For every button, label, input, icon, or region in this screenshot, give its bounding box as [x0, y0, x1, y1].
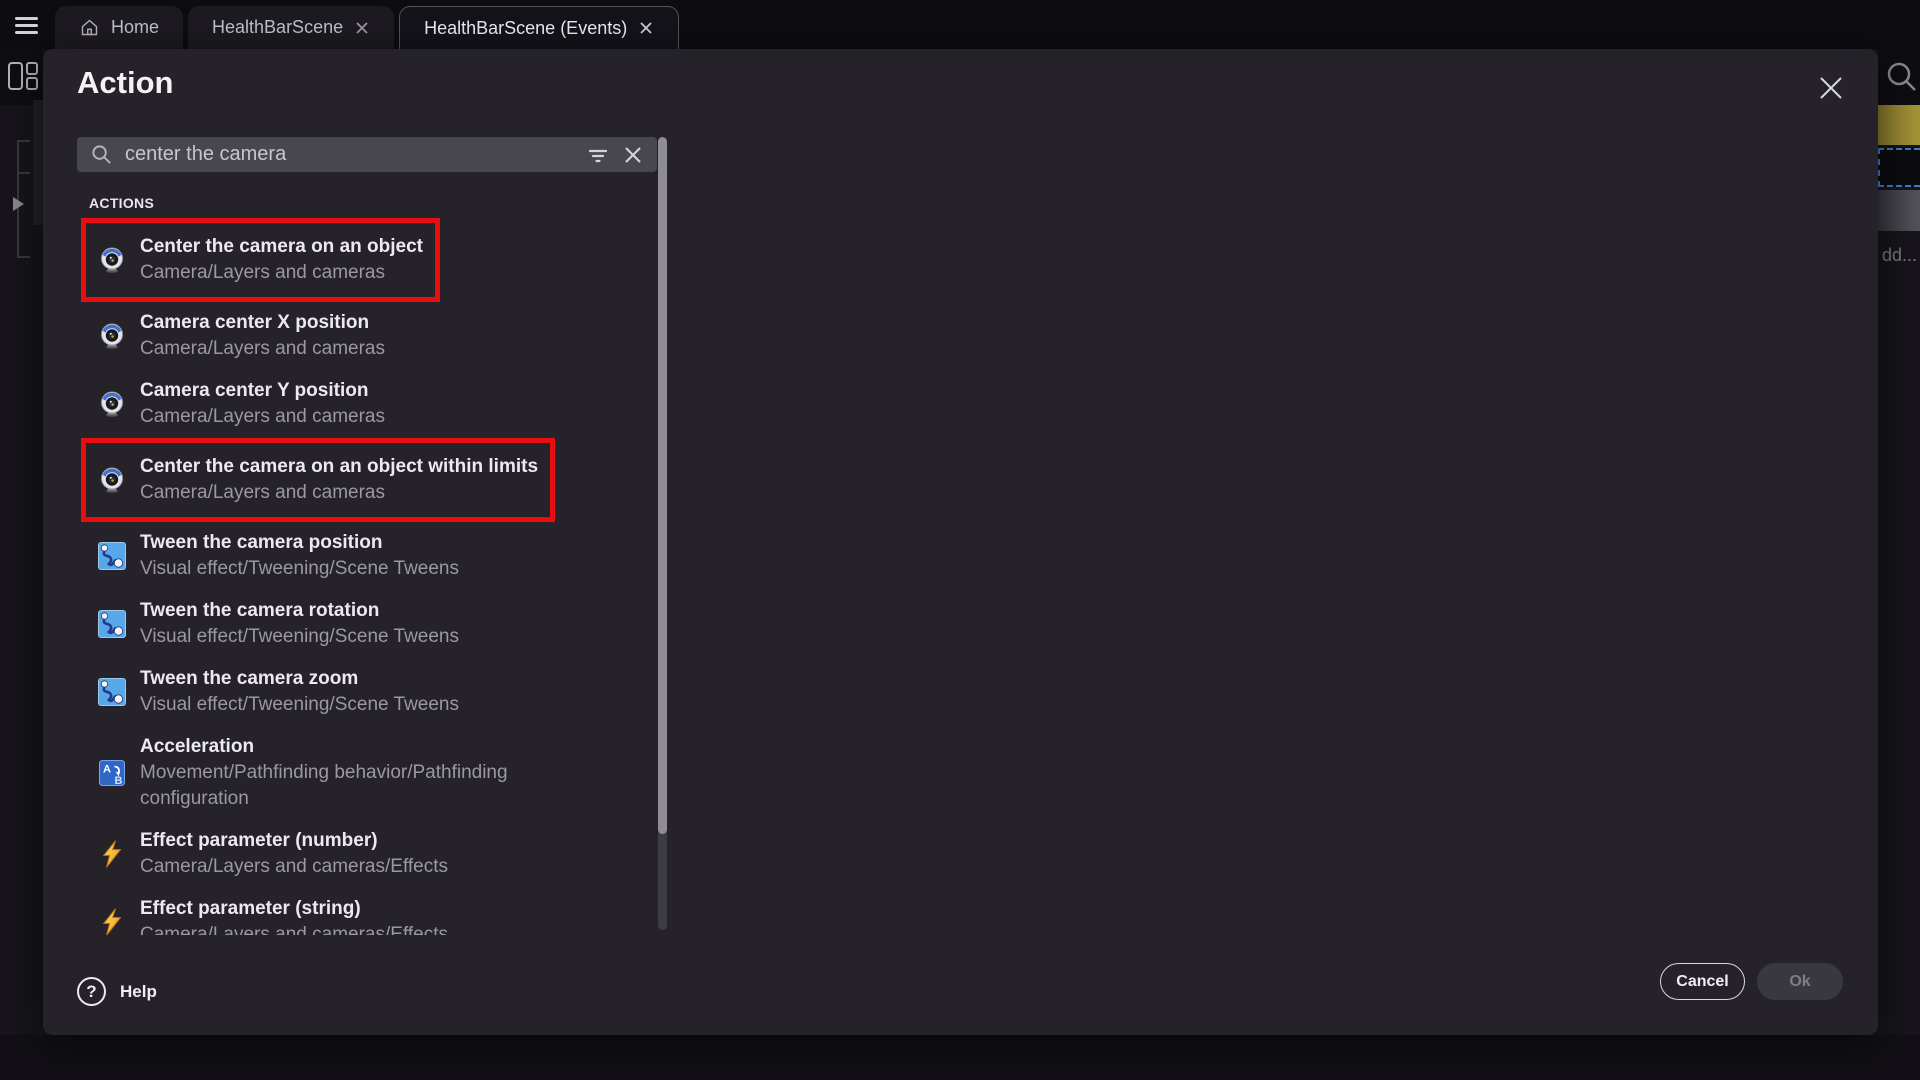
backdrop-bottom [0, 1035, 1920, 1080]
cancel-button[interactable]: Cancel [1660, 963, 1745, 1000]
action-item-2[interactable]: Camera center Y position Camera/Layers a… [77, 370, 397, 438]
tab-healthbarscene-events[interactable]: HealthBarScene (Events) [399, 6, 679, 49]
expand-arrow-icon[interactable] [13, 197, 24, 211]
ok-button[interactable]: Ok [1757, 963, 1843, 1000]
action-item-8[interactable]: Effect parameter (number) Camera/Layers … [77, 820, 460, 888]
pathfinding-icon [98, 759, 126, 787]
action-dialog: Action ACTIONS Center the camer [43, 49, 1878, 1035]
event-block-fragment [1878, 105, 1920, 145]
action-item-1[interactable]: Camera center X position Camera/Layers a… [77, 302, 397, 370]
tab-healthbarscene[interactable]: HealthBarScene [188, 6, 394, 49]
scrollbar-thumb[interactable] [658, 137, 667, 834]
event-block-fragment [1878, 190, 1920, 231]
action-item-5[interactable]: Tween the camera rotation Visual effect/… [77, 590, 471, 658]
tab-label: HealthBarScene (Events) [424, 18, 627, 39]
tween-icon [98, 678, 126, 706]
panels-icon [8, 62, 38, 92]
add-event-text-fragment[interactable]: dd... [1882, 245, 1917, 266]
bolt-icon [98, 840, 126, 868]
clear-icon[interactable] [623, 145, 643, 165]
tween-icon [98, 610, 126, 638]
left-toolbar-fragment [0, 49, 43, 105]
selected-event-fragment [1878, 148, 1920, 187]
action-item-3[interactable]: Center the camera on an object within li… [81, 438, 555, 522]
event-indent-guide [17, 140, 30, 142]
close-icon[interactable] [1816, 73, 1846, 103]
menu-icon[interactable] [15, 17, 38, 34]
action-list-items: Center the camera on an object Camera/La… [77, 218, 597, 935]
camera-icon [98, 390, 126, 418]
camera-icon [98, 322, 126, 350]
search-icon[interactable] [1884, 59, 1918, 99]
event-indent-guide [17, 256, 30, 258]
event-indent-guide [17, 172, 30, 174]
filter-icon[interactable] [586, 144, 610, 166]
search-icon [91, 144, 112, 165]
tab-label: HealthBarScene [212, 17, 343, 38]
close-icon[interactable] [354, 20, 370, 36]
camera-icon [98, 466, 126, 494]
events-panel-edge [33, 100, 43, 225]
help-button[interactable]: ? Help [77, 977, 157, 1006]
action-item-6[interactable]: Tween the camera zoom Visual effect/Twee… [77, 658, 471, 726]
help-label: Help [120, 982, 157, 1002]
action-item-0[interactable]: Center the camera on an object Camera/La… [81, 218, 440, 302]
close-icon[interactable] [638, 20, 654, 36]
list-section-header: ACTIONS [89, 195, 154, 211]
home-icon [79, 17, 100, 38]
tab-label: Home [111, 17, 159, 38]
tween-icon [98, 542, 126, 570]
tab-bar: Home HealthBarScene HealthBarScene (Even… [0, 0, 1920, 49]
action-item-9[interactable]: Effect parameter (string) Camera/Layers … [77, 888, 460, 935]
dialog-title: Action [77, 65, 173, 101]
search-input[interactable] [125, 143, 573, 166]
tab-home[interactable]: Home [55, 6, 183, 49]
action-item-4[interactable]: Tween the camera position Visual effect/… [77, 522, 471, 590]
action-item-7[interactable]: Acceleration Movement/Pathfinding behavi… [77, 726, 597, 820]
action-list: ACTIONS Center the camera on an object C… [77, 195, 659, 935]
search-bar[interactable] [77, 137, 657, 172]
bolt-icon [98, 908, 126, 935]
help-icon: ? [77, 977, 106, 1006]
app-window: Home HealthBarScene HealthBarScene (Even… [0, 0, 1920, 1080]
camera-icon [98, 246, 126, 274]
